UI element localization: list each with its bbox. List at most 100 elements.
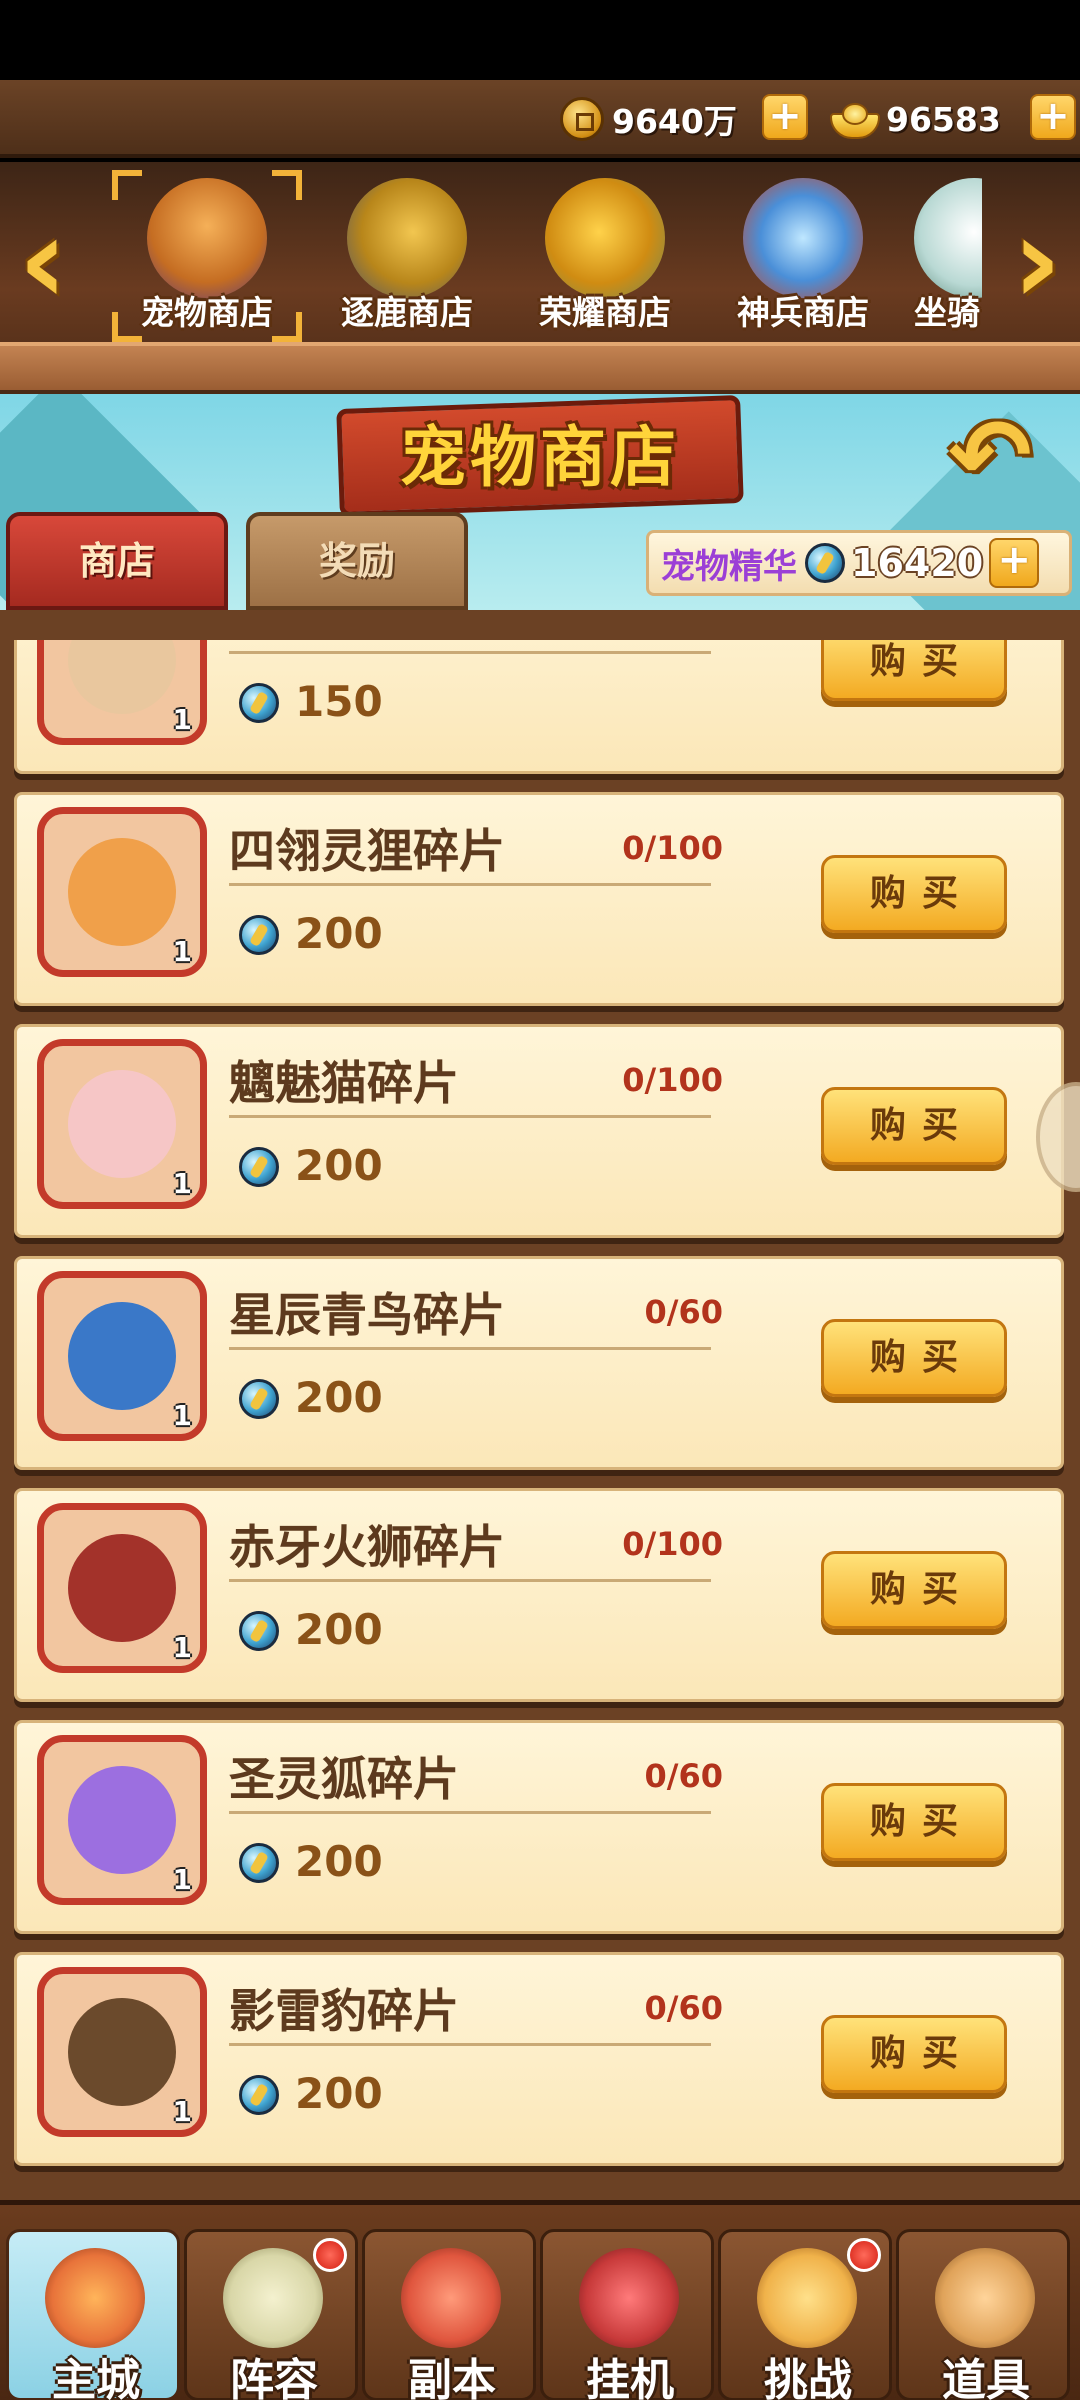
tab-shop[interactable]: 商店 bbox=[6, 512, 228, 610]
item-progress: 0/100 bbox=[622, 1525, 723, 1563]
item-progress: 0/60 bbox=[644, 1989, 723, 2027]
item-quantity: 1 bbox=[172, 935, 192, 968]
nav-label: 挑战 bbox=[764, 2355, 852, 2400]
item-progress: 0/60 bbox=[644, 1757, 723, 1795]
coin-icon bbox=[560, 97, 604, 141]
dungeon-icon bbox=[401, 2248, 501, 2348]
item-quantity: 1 bbox=[172, 1399, 192, 1432]
tab-rewards[interactable]: 奖励 bbox=[246, 512, 468, 610]
pet-portrait: 1 bbox=[37, 1271, 207, 1441]
pet-portrait: 1 bbox=[37, 1039, 207, 1209]
nav-label: 副本 bbox=[408, 2355, 496, 2400]
chest-icon bbox=[347, 178, 467, 298]
nav-dungeon[interactable]: 副本 bbox=[362, 2229, 536, 2400]
pet-essence-icon bbox=[239, 1843, 279, 1883]
shop-tab-zhulu[interactable]: 逐鹿商店 bbox=[312, 170, 502, 350]
add-essence-button[interactable]: + bbox=[989, 538, 1040, 588]
pet-portrait: 1 bbox=[37, 1967, 207, 2137]
item-price: 200 bbox=[295, 1605, 383, 1654]
pet-essence-icon bbox=[239, 1611, 279, 1651]
shop-tab-label: 荣耀商店 bbox=[539, 293, 671, 332]
chevron-right-icon[interactable]: › bbox=[1002, 202, 1072, 322]
buy-button[interactable]: 购买 bbox=[821, 640, 1007, 701]
nav-items[interactable]: 道具 bbox=[896, 2229, 1070, 2400]
shop-tab-label: 神兵商店 bbox=[737, 293, 869, 332]
ingot-value: 96583 bbox=[886, 99, 1001, 139]
currency-bar: 9640万 + 96583 + bbox=[0, 80, 1080, 158]
buy-button[interactable]: 购买 bbox=[821, 2015, 1007, 2093]
pet-essence-icon bbox=[239, 915, 279, 955]
list-item: 1 魑魅猫碎片 0/100 200 购买 bbox=[14, 1024, 1064, 1238]
pet-portrait: 1 bbox=[37, 1735, 207, 1905]
ingot-icon bbox=[828, 97, 880, 141]
coin-balance: 9640万 bbox=[560, 94, 737, 144]
item-price: 150 bbox=[295, 677, 383, 726]
shop-tab-mount[interactable]: 坐骑 bbox=[906, 170, 982, 350]
item-name: 魑魅猫碎片 bbox=[229, 1056, 459, 1110]
pet-essence-icon bbox=[805, 543, 845, 583]
back-arrow-icon[interactable]: ↶ bbox=[930, 406, 1050, 506]
pet-essence-value: 16420 bbox=[851, 541, 984, 585]
notification-badge bbox=[313, 2238, 347, 2272]
item-price: 200 bbox=[295, 1373, 383, 1422]
idle-bag-icon bbox=[579, 2248, 679, 2348]
item-name: 赤牙火狮碎片 bbox=[229, 1520, 505, 1574]
buy-button[interactable]: 购买 bbox=[821, 1319, 1007, 1397]
shop-tab-honor[interactable]: 荣耀商店 bbox=[510, 170, 700, 350]
nav-idle[interactable]: 挂机 bbox=[540, 2229, 714, 2400]
item-quantity: 1 bbox=[172, 1631, 192, 1664]
pet-essence-label: 宠物精华 bbox=[661, 546, 797, 587]
item-progress: 0/100 bbox=[622, 829, 723, 867]
chevron-left-icon[interactable]: ‹ bbox=[8, 202, 78, 322]
add-ingots-button[interactable]: + bbox=[1030, 94, 1076, 140]
pet-portrait: 1 bbox=[37, 640, 207, 745]
challenge-icon bbox=[757, 2248, 857, 2348]
mount-icon bbox=[914, 178, 982, 298]
item-progress: 0/60 bbox=[644, 1293, 723, 1331]
coin-value: 9640万 bbox=[612, 102, 737, 141]
item-quantity: 1 bbox=[172, 703, 192, 736]
nav-label: 道具 bbox=[942, 2355, 1030, 2400]
item-price: 200 bbox=[295, 2069, 383, 2118]
ingot-balance: 96583 bbox=[828, 94, 1001, 144]
pet-essence-icon bbox=[239, 1379, 279, 1419]
nav-lineup[interactable]: 阵容 bbox=[184, 2229, 358, 2400]
weapon-icon bbox=[743, 178, 863, 298]
item-name: 圣灵狐碎片 bbox=[229, 1752, 459, 1806]
main-city-icon bbox=[45, 2248, 145, 2348]
nav-main-city[interactable]: 主城 bbox=[6, 2229, 180, 2400]
list-item: 1 赤牙火狮碎片 0/100 200 购买 bbox=[14, 1488, 1064, 1702]
add-coins-button[interactable]: + bbox=[762, 94, 808, 140]
list-item: 1 150 购买 bbox=[14, 640, 1064, 774]
item-name: 影雷豹碎片 bbox=[229, 1984, 459, 2038]
item-quantity: 1 bbox=[172, 2095, 192, 2128]
lineup-icon bbox=[223, 2248, 323, 2348]
item-quantity: 1 bbox=[172, 1863, 192, 1896]
buy-button[interactable]: 购买 bbox=[821, 1551, 1007, 1629]
shop-item-list[interactable]: 1 150 购买 1 四翎灵狸碎片 0/100 200 购买 1 魑魅猫碎片 0… bbox=[0, 640, 1080, 2180]
buy-button[interactable]: 购买 bbox=[821, 855, 1007, 933]
shop-list-frame: 1 150 购买 1 四翎灵狸碎片 0/100 200 购买 1 魑魅猫碎片 0… bbox=[0, 610, 1080, 2200]
item-quantity: 1 bbox=[172, 1167, 192, 1200]
item-price: 200 bbox=[295, 1837, 383, 1886]
pet-portrait: 1 bbox=[37, 807, 207, 977]
pet-essence-icon bbox=[239, 2075, 279, 2115]
shop-tab-strip: ‹ 宠物商店 逐鹿商店 荣耀商店 神兵商店 坐骑 › bbox=[0, 162, 1080, 394]
buy-button[interactable]: 购买 bbox=[821, 1087, 1007, 1165]
shop-header: 宠物商店 ↶ 商店 奖励 宠物精华 16420 + bbox=[0, 394, 1080, 610]
shop-tab-weapon[interactable]: 神兵商店 bbox=[708, 170, 898, 350]
items-bag-icon bbox=[935, 2248, 1035, 2348]
honor-medal-icon bbox=[545, 178, 665, 298]
list-item: 1 圣灵狐碎片 0/60 200 购买 bbox=[14, 1720, 1064, 1934]
pet-essence-balance: 宠物精华 16420 + bbox=[646, 530, 1072, 596]
item-progress: 0/100 bbox=[622, 1061, 723, 1099]
buy-button[interactable]: 购买 bbox=[821, 1783, 1007, 1861]
shop-tab-label: 宠物商店 bbox=[141, 293, 273, 332]
shop-tab-pet[interactable]: 宠物商店 bbox=[112, 170, 302, 350]
nav-challenge[interactable]: 挑战 bbox=[718, 2229, 892, 2400]
list-item: 1 四翎灵狸碎片 0/100 200 购买 bbox=[14, 792, 1064, 1006]
pet-portrait: 1 bbox=[37, 1503, 207, 1673]
pet-essence-icon bbox=[239, 683, 279, 723]
nav-label: 阵容 bbox=[230, 2355, 318, 2400]
list-item: 1 星辰青鸟碎片 0/60 200 购买 bbox=[14, 1256, 1064, 1470]
